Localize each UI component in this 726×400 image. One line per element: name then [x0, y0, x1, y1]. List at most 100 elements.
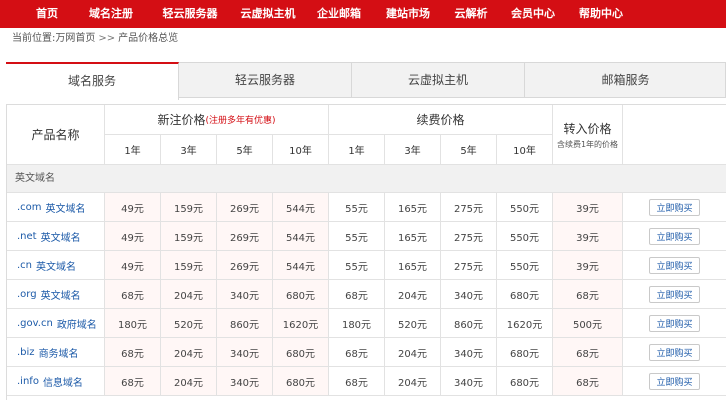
year-header: 1年 — [329, 135, 385, 165]
new-price-cell: 340元 — [217, 367, 273, 396]
action-cell: 立即购买 — [623, 222, 726, 251]
domain-desc-link[interactable]: 英文域名 — [41, 229, 81, 244]
col-header-new-price: 新注价格 (注册多年有优惠) — [105, 105, 329, 135]
new-price-cell: 544元 — [273, 222, 329, 251]
domain-suffix-link[interactable]: .com — [17, 202, 42, 213]
renew-price-cell: 275元 — [441, 222, 497, 251]
domain-suffix-link[interactable]: .biz — [17, 347, 35, 358]
col-header-product: 产品名称 — [7, 105, 105, 165]
price-table: 产品名称 新注价格 (注册多年有优惠) 续费价格 转入价格 含续费1年的价格 1年… — [6, 104, 726, 400]
new-price-cell: 49元 — [105, 251, 161, 280]
nav-item-home[interactable]: 首页 — [22, 0, 72, 28]
tab-light-cloud[interactable]: 轻云服务器 — [179, 62, 352, 98]
action-cell: 立即购买 — [623, 251, 726, 280]
col-header-transfer-price: 转入价格 含续费1年的价格 — [553, 105, 623, 165]
buy-now-button[interactable]: 立即购买 — [649, 343, 700, 361]
domain-desc-link[interactable]: 政府域名 — [57, 316, 97, 331]
buy-now-button[interactable]: 立即购买 — [649, 256, 700, 274]
renew-price-cell: 340元 — [441, 280, 497, 309]
domain-desc-link[interactable]: 英文域名 — [41, 287, 81, 302]
tab-virtual-host[interactable]: 云虚拟主机 — [352, 62, 525, 98]
domain-suffix-link[interactable]: .net — [17, 231, 37, 242]
buy-now-button[interactable]: 立即购买 — [649, 285, 700, 303]
buy-now-button[interactable]: 立即购买 — [649, 227, 700, 245]
product-name-cell: .info 信息域名 — [7, 367, 105, 396]
new-price-cell: 159元 — [161, 251, 217, 280]
breadcrumb-separator: >> — [98, 33, 116, 44]
new-price-note: (注册多年有优惠) — [205, 116, 276, 126]
new-price-cell: 520元 — [161, 309, 217, 338]
renew-price-cell: 204元 — [385, 338, 441, 367]
product-name-cell: .net 英文域名 — [7, 222, 105, 251]
transfer-price-cell: 68元 — [553, 280, 623, 309]
renew-price-cell: 340元 — [441, 338, 497, 367]
year-header: 3年 — [385, 135, 441, 165]
year-header: 10年 — [497, 135, 553, 165]
new-price-cell: 49元 — [105, 193, 161, 222]
nav-item-dns[interactable]: 云解析 — [444, 0, 498, 28]
nav-item-email[interactable]: 企业邮箱 — [306, 0, 372, 28]
domain-desc-link[interactable]: 英文域名 — [46, 200, 86, 215]
renew-price-cell: 680元 — [497, 280, 553, 309]
action-cell: 立即购买 — [623, 193, 726, 222]
nav-item-light-cloud[interactable]: 轻云服务器 — [150, 0, 230, 28]
renew-price-cell: 165元 — [385, 222, 441, 251]
action-cell: 立即购买 — [623, 280, 726, 309]
col-header-action — [623, 105, 726, 165]
new-price-cell: 860元 — [217, 309, 273, 338]
buy-now-button[interactable]: 立即购买 — [649, 372, 700, 390]
domain-suffix-link[interactable]: .cn — [17, 260, 32, 271]
new-price-cell: 269元 — [217, 222, 273, 251]
year-header: 1年 — [105, 135, 161, 165]
new-price-cell: 680元 — [273, 338, 329, 367]
transfer-price-cell: 39元 — [553, 193, 623, 222]
domain-suffix-link[interactable]: .org — [17, 289, 37, 300]
domain-desc-link[interactable]: 商务域名 — [39, 345, 79, 360]
tab-email[interactable]: 邮箱服务 — [525, 62, 726, 98]
new-price-cell: 340元 — [217, 338, 273, 367]
new-price-cell: 204元 — [161, 280, 217, 309]
renew-price-cell: 520元 — [385, 309, 441, 338]
breadcrumb-home[interactable]: 万网首页 — [55, 30, 95, 48]
nav-item-site-market[interactable]: 建站市场 — [374, 0, 442, 28]
nav-item-help[interactable]: 帮助中心 — [568, 0, 634, 28]
nav-item-member[interactable]: 会员中心 — [500, 0, 566, 28]
new-price-cell: 49元 — [105, 222, 161, 251]
product-name-cell: .gov.cn 政府域名 — [7, 309, 105, 338]
renew-price-cell: 550元 — [497, 251, 553, 280]
product-name-cell: .org 英文域名 — [7, 280, 105, 309]
domain-suffix-link[interactable]: .info — [17, 376, 39, 387]
domain-desc-link[interactable]: 英文域名 — [36, 258, 76, 273]
renew-price-cell: 55元 — [329, 222, 385, 251]
buy-now-button[interactable]: 立即购买 — [649, 314, 700, 332]
year-header: 10年 — [273, 135, 329, 165]
renew-price-cell: 680元 — [497, 367, 553, 396]
new-price-cell: 68元 — [105, 338, 161, 367]
tab-domain[interactable]: 域名服务 — [6, 62, 179, 100]
nav-item-domain[interactable]: 域名注册 — [78, 0, 144, 28]
new-price-cell: 269元 — [217, 251, 273, 280]
transfer-price-note: 含续费1年的价格 — [556, 139, 619, 149]
product-name-cell: .com 英文域名 — [7, 193, 105, 222]
new-price-cell: 159元 — [161, 193, 217, 222]
new-price-cell: 544元 — [273, 251, 329, 280]
domain-desc-link[interactable]: 信息域名 — [43, 374, 83, 389]
renew-price-cell: 1620元 — [497, 309, 553, 338]
breadcrumb: 当前位置:万网首页 >> 产品价格总览 — [12, 30, 178, 48]
transfer-price-cell: 68元 — [553, 338, 623, 367]
buy-now-button[interactable]: 立即购买 — [649, 198, 700, 216]
renew-price-cell: 340元 — [441, 367, 497, 396]
renew-price-cell: 55元 — [329, 251, 385, 280]
transfer-price-label: 转入价格 — [563, 121, 612, 136]
renew-price-cell: 68元 — [329, 280, 385, 309]
transfer-price-cell: 39元 — [553, 222, 623, 251]
nav-item-virtual-host[interactable]: 云虚拟主机 — [228, 0, 308, 28]
new-price-cell: 544元 — [273, 193, 329, 222]
new-price-cell: 1620元 — [273, 309, 329, 338]
action-cell: 立即购买 — [623, 309, 726, 338]
renew-price-cell: 860元 — [441, 309, 497, 338]
year-header: 5年 — [217, 135, 273, 165]
renew-price-cell: 180元 — [329, 309, 385, 338]
domain-suffix-link[interactable]: .gov.cn — [17, 318, 53, 329]
renew-price-cell: 204元 — [385, 367, 441, 396]
